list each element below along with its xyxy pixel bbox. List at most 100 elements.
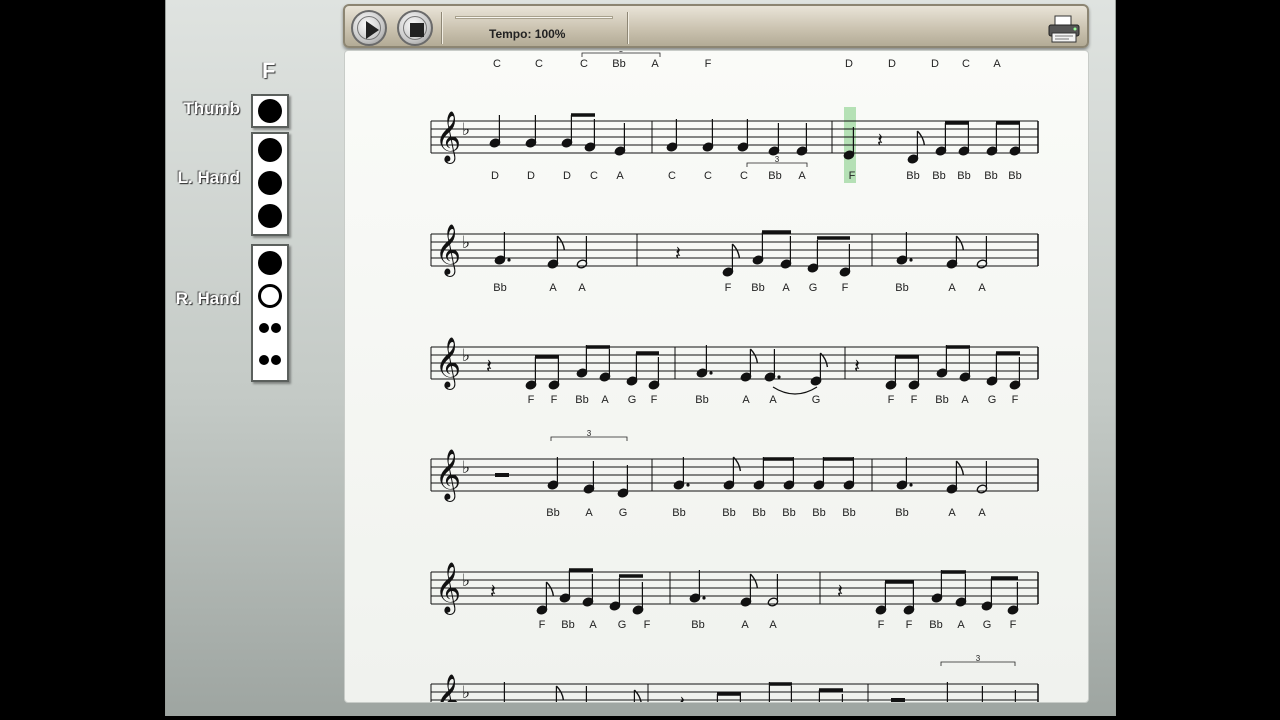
note-flag [556,235,566,251]
note-flag [545,581,555,597]
note-label: Bb [695,394,708,406]
treble-clef: 𝄞 [435,562,461,615]
note-label: Bb [782,507,795,519]
note [626,353,638,386]
thumb-label: Thumb [183,99,240,118]
right-hole-2-open [258,284,282,308]
note [813,457,825,490]
note [576,236,588,269]
staff: 𝄞 ♭ [430,111,1039,164]
stop-button[interactable] [397,10,433,46]
note-label: F [878,619,885,631]
note [810,352,829,386]
note-label: G [983,619,992,631]
note-label: G [812,394,821,406]
quarter-rest: 𝄽 [490,579,496,603]
note-label-top: C [962,58,970,70]
note [559,570,571,603]
play-button[interactable] [351,10,387,46]
note-label: C [590,170,598,182]
note-dot [909,258,913,262]
note-label: Bb [935,394,948,406]
note [525,115,537,148]
note-label: C [740,170,748,182]
note-label: Bb [812,507,825,519]
note-label: G [618,619,627,631]
toolbar-divider [441,12,443,44]
note-label: Bb [561,619,574,631]
note-label: Bb [932,170,945,182]
note [885,357,897,390]
note-label: F [644,619,651,631]
note [489,115,501,148]
note-label: G [619,507,628,519]
staff: 𝄞 ♭ [430,224,1039,277]
note-dot [909,483,913,487]
half-rest [891,698,905,702]
triplet-number: 3 [775,155,780,164]
sheet-music-page: 𝄞♭𝄞♭𝄞♭𝄞♭𝄞♭𝄞♭3𝄽𝄽𝄽𝄽3𝄽𝄽𝄽3CCCBbAFDDDCA3DDDCA… [344,50,1089,703]
right-hand-hole-box [251,244,289,382]
note-label: F [906,619,913,631]
note [931,570,943,603]
note [796,123,808,156]
note-label: A [589,619,597,631]
note-label: F [528,394,535,406]
note-label: F [1012,394,1019,406]
note [958,123,970,156]
triplet-number: 3 [587,429,592,438]
staff: 𝄞 ♭ [430,449,1039,502]
note [722,243,741,277]
note-label-top: C [535,58,543,70]
quarter-rest: 𝄽 [854,354,860,378]
note-label: A [948,282,956,294]
note-label: F [651,394,658,406]
left-hand-hole-box [251,132,289,236]
note-label: F [539,619,546,631]
note-label: D [491,170,499,182]
note [584,119,596,152]
note-label: G [809,282,818,294]
note-flag [749,573,759,589]
note-label: Bb [906,170,919,182]
note [547,235,566,269]
thumb-hole-box [251,94,289,128]
note-label: Bb [575,394,588,406]
note [843,457,855,490]
note-label: Bb [1008,170,1021,182]
printer-icon[interactable] [1047,14,1081,44]
note-label: G [628,394,637,406]
note-flag [955,460,965,476]
note-label: A [948,507,956,519]
note [981,578,993,611]
note-label: Bb [895,507,908,519]
note-label: A [961,394,969,406]
note [1009,123,1021,156]
left-hole-1 [258,138,282,162]
note [548,357,560,390]
note-label: C [704,170,712,182]
note [666,119,678,152]
music-app-window: F Thumb L. Hand R. Hand Tempo: 100% 𝄞 ♭ … [165,0,1116,716]
triplet-number: 3 [619,51,624,54]
note [896,457,913,490]
note-label-top: Bb [612,58,625,70]
note [907,130,926,164]
note [582,574,594,607]
note [536,581,555,615]
toolbar-divider [627,12,629,44]
note-label: A [957,619,965,631]
note [696,345,713,378]
note [841,694,843,702]
triplet-number: 3 [976,654,981,663]
note [946,460,965,494]
score-svg: 𝄞♭𝄞♭𝄞♭𝄞♭𝄞♭𝄞♭3𝄽𝄽𝄽𝄽3𝄽𝄽𝄽3CCCBbAFDDDCA3DDDCA… [430,51,1039,702]
note-label-top: C [493,58,501,70]
tempo-slider[interactable] [455,16,613,19]
note [561,115,573,148]
note [494,232,511,265]
note [632,582,644,615]
note [946,235,965,269]
left-hole-2 [258,171,282,195]
note [936,345,948,378]
